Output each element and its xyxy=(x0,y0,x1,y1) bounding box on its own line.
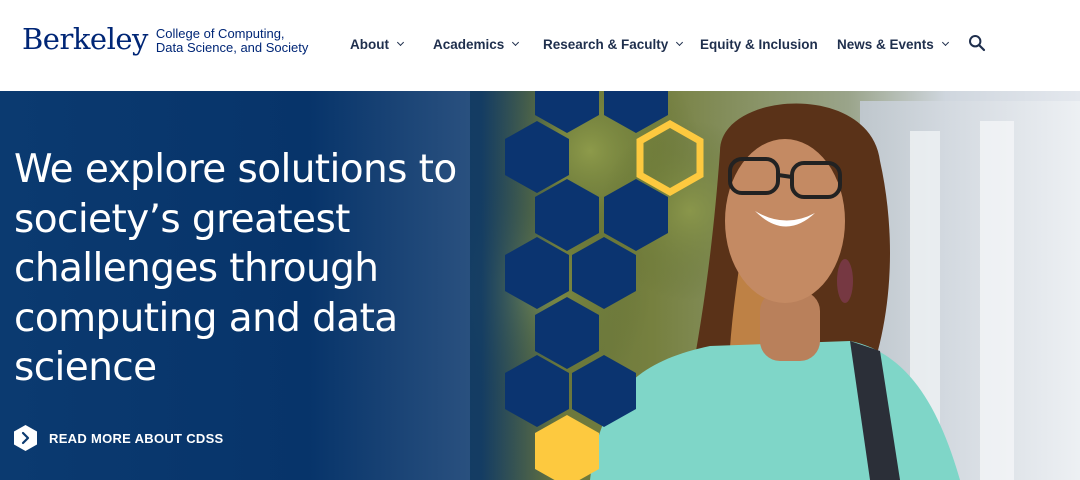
nav-item-academics[interactable]: Academics xyxy=(433,33,520,55)
chevron-down-icon xyxy=(396,38,405,47)
chevron-right-icon xyxy=(14,425,37,451)
site-header: Berkeley College of Computing, Data Scie… xyxy=(0,0,1080,91)
nav-item-news-events[interactable]: News & Events xyxy=(837,33,949,55)
cta-label: READ MORE ABOUT CDSS xyxy=(49,430,224,446)
logo-subtitle-line1: College of Computing, xyxy=(155,26,285,41)
chevron-down-icon xyxy=(512,38,520,47)
logo-subtitle: College of Computing, Data Science, and … xyxy=(156,27,308,55)
nav-item-label: About xyxy=(350,36,389,52)
logo-wordmark: Berkeley xyxy=(22,22,148,56)
nav-item-label: Academics xyxy=(433,36,505,52)
nav-item-label: News & Events xyxy=(837,36,934,52)
hero-banner: We explore solutions to society’s greate… xyxy=(0,91,1080,480)
nav-item-label: Research & Faculty xyxy=(543,36,669,52)
search-icon[interactable] xyxy=(968,34,986,52)
nav-item-label: Equity & Inclusion xyxy=(700,36,818,52)
hero-headline: We explore solutions to society’s greate… xyxy=(14,147,457,390)
read-more-about-cdss-link[interactable]: READ MORE ABOUT CDSS xyxy=(14,425,224,451)
chevron-down-icon xyxy=(941,38,949,47)
nav-item-about[interactable]: About xyxy=(350,33,405,55)
chevron-down-icon xyxy=(676,38,684,47)
nav-item-equity-inclusion[interactable]: Equity & Inclusion xyxy=(700,33,818,55)
logo-subtitle-line2: Data Science, and Society xyxy=(155,40,309,55)
nav-item-research-faculty[interactable]: Research & Faculty xyxy=(543,33,684,55)
berkeley-cdss-logo[interactable]: Berkeley College of Computing, Data Scie… xyxy=(22,22,308,56)
